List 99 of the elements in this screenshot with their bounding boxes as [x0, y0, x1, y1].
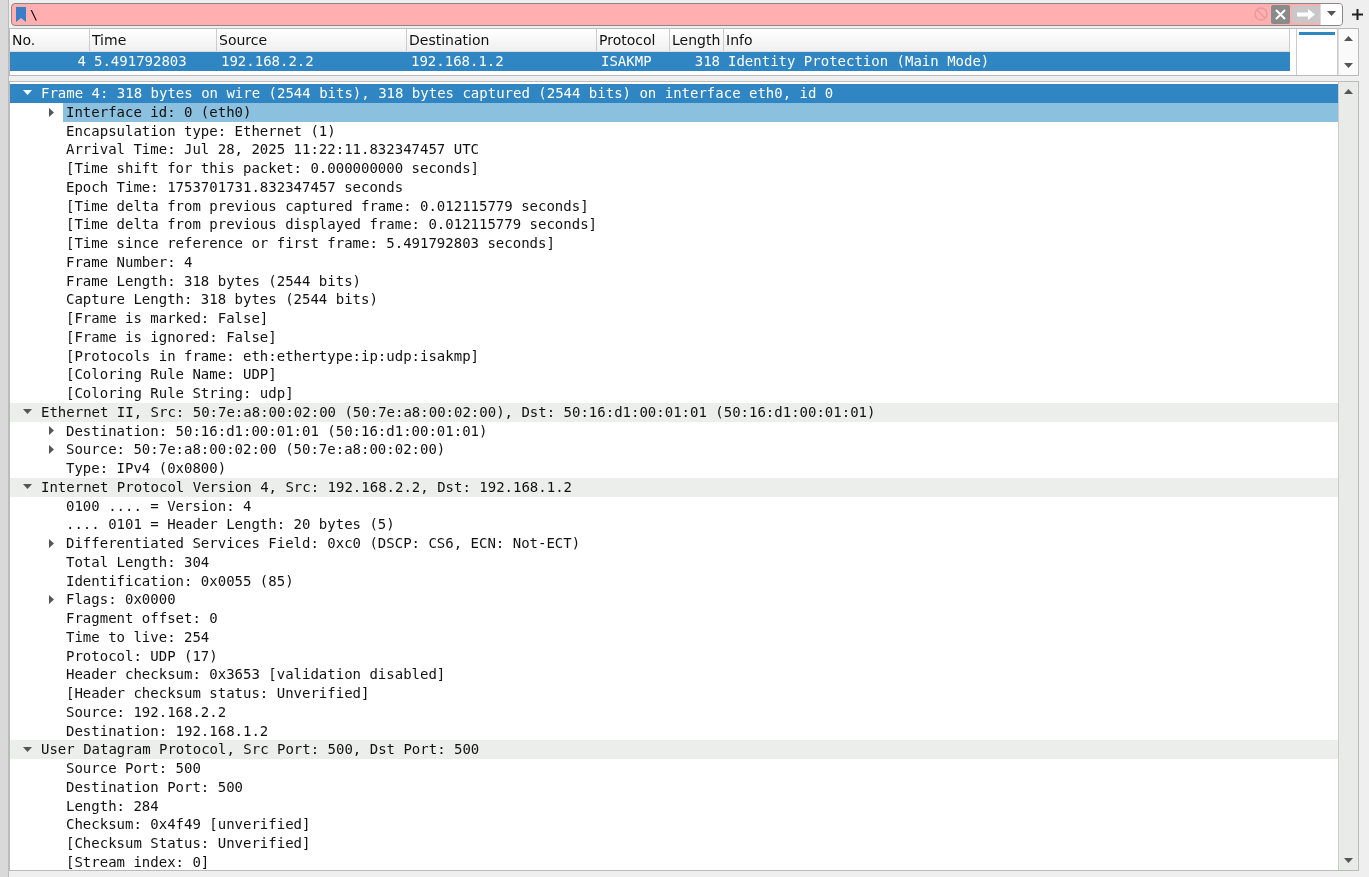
field-label: Encapsulation type: Ethernet (1) — [65, 121, 337, 141]
tree-row[interactable]: Arrival Time: Jul 28, 2025 11:22:11.832347457 UTC — [10, 140, 1338, 159]
tree-row[interactable]: [Frame is marked: False] — [10, 309, 1338, 328]
field-label: Protocol: UDP (17) — [65, 646, 219, 666]
table-cell-text: 192.168.1.2 — [410, 52, 505, 71]
field-label: User Datagram Protocol, Src Port: 500, Dst Port: 500 — [40, 740, 481, 759]
tree-row[interactable]: [Protocols in frame: eth:ethertype:ip:udp:isakmp] — [10, 346, 1338, 366]
table-cell-text: Identity Protection (Main Mode) — [727, 52, 991, 71]
tree-row[interactable]: Destination: 192.168.1.2 — [10, 721, 1338, 741]
field-label: Checksum: 0x4f49 [unverified] — [65, 815, 312, 834]
filter-input[interactable]: \ — [26, 6, 1251, 22]
tree-row[interactable]: Total Length: 304 — [10, 552, 1338, 572]
display-filter-field[interactable]: \ — [11, 2, 1343, 26]
tree-row[interactable]: Header checksum: 0x3653 [validation disabled] — [10, 665, 1338, 684]
tree-row[interactable]: Flags: 0x0000 — [10, 590, 1338, 609]
field-label: Identification: 0x0055 (85) — [65, 571, 295, 591]
column-header[interactable]: Length — [670, 29, 724, 51]
tree-row[interactable]: [Coloring Rule String: udp] — [10, 384, 1338, 403]
field-label: Header checksum: 0x3653 [validation disabled] — [65, 665, 447, 684]
tree-row[interactable]: Source: 50:7e:a8:00:02:00 (50:7e:a8:00:02:00) — [10, 440, 1338, 459]
table-cell-text: ISAKMP — [600, 52, 653, 71]
column-header[interactable]: Destination — [407, 29, 597, 51]
tree-row[interactable]: [Time since reference or first frame: 5.491792803 seconds] — [10, 234, 1338, 253]
column-header[interactable]: Info — [724, 29, 1290, 51]
field-label: Destination Port: 500 — [65, 777, 244, 797]
protocol-row[interactable]: Internet Protocol Version 4, Src: 192.168.2.2, Dst: 192.168.1.2 — [10, 477, 1338, 497]
field-label: Arrival Time: Jul 28, 2025 11:22:11.832347457 UTC — [65, 140, 480, 159]
field-label: [Time since reference or first frame: 5.491792803 seconds] — [65, 234, 556, 253]
tree-row[interactable]: [Frame is ignored: False] — [10, 327, 1338, 347]
column-header[interactable]: Source — [217, 29, 407, 51]
field-label: Source: 50:7e:a8:00:02:00 (50:7e:a8:00:02:00) — [65, 440, 447, 459]
tree-row[interactable]: Frame Length: 318 bytes (2544 bits) — [10, 271, 1338, 291]
field-label: [Time delta from previous captured frame: 0.012115779 seconds] — [65, 196, 590, 216]
tree-row[interactable]: Encapsulation type: Ethernet (1) — [10, 121, 1338, 141]
field-label: Type: IPv4 (0x0800) — [65, 459, 228, 478]
field-label: 0100 .... = Version: 4 — [65, 496, 253, 516]
tree-row[interactable]: [Time shift for this packet: 0.000000000 seconds] — [10, 159, 1338, 178]
field-label: [Frame is marked: False] — [65, 309, 270, 328]
tree-row[interactable]: Epoch Time: 1753701731.832347457 seconds — [10, 177, 1338, 197]
field-label: Differentiated Services Field: 0xc0 (DSCP: CS6, ECN: Not-ECT) — [65, 534, 582, 553]
tree-row[interactable]: [Time delta from previous captured frame: 0.012115779 seconds] — [10, 196, 1338, 216]
table-cell-text: 4 — [76, 52, 87, 71]
field-label: Fragment offset: 0 — [65, 609, 219, 628]
field-label: Source Port: 500 — [65, 759, 202, 778]
tree-row[interactable]: .... 0101 = Header Length: 20 bytes (5) — [10, 515, 1338, 534]
table-cell-text: 5.491792803 — [93, 52, 188, 71]
tree-row[interactable]: Destination: 50:16:d1:00:01:01 (50:16:d1:00:01:01) — [10, 421, 1338, 441]
tree-row[interactable]: Fragment offset: 0 — [10, 609, 1338, 628]
field-label: Flags: 0x0000 — [65, 590, 177, 609]
tree-row[interactable]: Source Port: 500 — [10, 759, 1338, 778]
tree-row[interactable]: Differentiated Services Field: 0xc0 (DSCP: CS6, ECN: Not-ECT) — [10, 534, 1338, 553]
field-label: [Header checksum status: Unverified] — [65, 684, 371, 703]
tree-row[interactable]: [Time delta from previous displayed frame: 0.012115779 seconds] — [10, 215, 1338, 234]
field-label: [Coloring Rule String: udp] — [65, 384, 295, 403]
packet-row[interactable]: 4 5.491792803 192.168.2.2 192.168.1.2 ISAKMP 318 Identity Protection (Main Mode) — [10, 52, 1290, 71]
table-cell-text: 318 — [693, 52, 721, 71]
tree-row[interactable]: [Coloring Rule Name: UDP] — [10, 365, 1338, 384]
field-label: Time to live: 254 — [65, 627, 211, 647]
field-label: Ethernet II, Src: 50:7e:a8:00:02:00 (50:7e:a8:00:02:00), Dst: 50:16:d1:00:01:01 (50:16:d1:00:01:01) — [40, 402, 877, 422]
field-label: .... 0101 = Header Length: 20 bytes (5) — [65, 515, 396, 534]
field-label: [Coloring Rule Name: UDP] — [65, 365, 278, 384]
field-label: [Frame is ignored: False] — [65, 327, 278, 347]
field-label: Internet Protocol Version 4, Src: 192.168.2.2, Dst: 192.168.1.2 — [40, 477, 573, 497]
field-label: Destination: 50:16:d1:00:01:01 (50:16:d1:00:01:01) — [65, 421, 489, 441]
field-label: Epoch Time: 1753701731.832347457 seconds — [65, 177, 405, 197]
tree-row[interactable]: Checksum: 0x4f49 [unverified] — [10, 815, 1338, 834]
field-label: [Time delta from previous displayed frame: 0.012115779 seconds] — [65, 215, 598, 234]
tree-row[interactable]: Frame Number: 4 — [10, 252, 1338, 272]
tree-row[interactable]: [Checksum Status: Unverified] — [10, 834, 1338, 853]
field-label: Total Length: 304 — [65, 552, 211, 572]
table-cell-text: 192.168.2.2 — [220, 52, 315, 71]
tree-row[interactable]: Type: IPv4 (0x0800) — [10, 459, 1338, 478]
tree-row[interactable]: Source: 192.168.2.2 — [10, 702, 1338, 722]
tree-row[interactable]: Length: 284 — [10, 796, 1338, 816]
field-label: [Protocols in frame: eth:ethertype:ip:udp:isakmp] — [65, 346, 480, 366]
column-header[interactable]: Time — [90, 29, 217, 51]
field-label: Length: 284 — [65, 796, 160, 816]
tree-row[interactable]: Identification: 0x0055 (85) — [10, 571, 1338, 591]
tree-row[interactable]: Capture Length: 318 bytes (2544 bits) — [10, 290, 1338, 309]
column-header[interactable]: No. — [10, 29, 90, 51]
field-label: Source: 192.168.2.2 — [65, 702, 228, 722]
tree-row[interactable]: Protocol: UDP (17) — [10, 646, 1338, 666]
tree-row[interactable]: Destination Port: 500 — [10, 777, 1338, 797]
field-label: [Checksum Status: Unverified] — [65, 834, 312, 853]
field-label: Frame 4: 318 bytes on wire (2544 bits), 318 bytes captured (2544 bits) on interface eth0, id 0 — [40, 84, 835, 103]
protocol-row[interactable]: User Datagram Protocol, Src Port: 500, Dst Port: 500 — [10, 740, 1338, 759]
field-label: Destination: 192.168.1.2 — [65, 721, 270, 741]
tree-row[interactable]: [Header checksum status: Unverified] — [10, 684, 1338, 703]
column-header[interactable]: Protocol — [597, 29, 670, 51]
field-label: Frame Number: 4 — [65, 252, 194, 272]
tree-row[interactable]: [Stream index: 0] — [10, 852, 1338, 870]
field-label: [Time shift for this packet: 0.000000000 seconds] — [65, 159, 480, 178]
field-label: Capture Length: 318 bytes (2544 bits) — [65, 290, 379, 309]
field-label: Frame Length: 318 bytes (2544 bits) — [65, 271, 362, 291]
tree-row[interactable]: Time to live: 254 — [10, 627, 1338, 647]
protocol-row[interactable]: Frame 4: 318 bytes on wire (2544 bits), 318 bytes captured (2544 bits) on interface eth0, id 0 — [10, 84, 1338, 103]
protocol-row[interactable]: Ethernet II, Src: 50:7e:a8:00:02:00 (50:7e:a8:00:02:00), Dst: 50:16:d1:00:01:01 (50:16:d1:00:01:01) — [10, 402, 1338, 422]
tree-row[interactable]: 0100 .... = Version: 4 — [10, 496, 1338, 516]
field-label: [Stream index: 0] — [65, 852, 211, 870]
